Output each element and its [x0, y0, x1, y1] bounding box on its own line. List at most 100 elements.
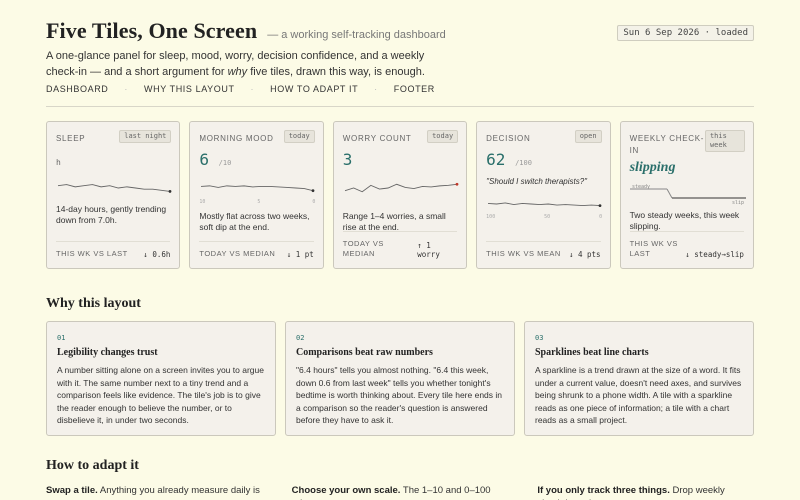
header-divider [46, 106, 754, 107]
comparison-value: ↓ 4 pts [568, 250, 601, 259]
nav-separator: · [250, 84, 255, 94]
adapt-heading: How to adapt it [46, 458, 139, 473]
nav-separator: · [124, 84, 129, 94]
tile-label: WEEKLY CHECK-IN [629, 134, 705, 155]
decision-value: 62 [486, 150, 506, 169]
tile-morning-mood[interactable]: MORNING MOOD today 6 /10 10 5 0 Mostly f… [189, 121, 324, 269]
why-card: 02 Comparisons beat raw numbers "6.4 hou… [285, 321, 515, 436]
adapt-item: Choose your own scale. The 1–10 and 0–10… [292, 484, 509, 500]
sleep-sparkline [57, 184, 172, 193]
tile-description: Range 1–4 worries, a small rise at the e… [342, 211, 446, 232]
tick-label: 50 [544, 214, 551, 220]
tick-label: 0 [599, 214, 603, 220]
worry-sparkline [344, 182, 459, 193]
sparkline-end-point [455, 182, 459, 186]
page-title: Five Tiles, One Screen [46, 18, 258, 43]
tile-decision[interactable]: DECISION open 62 /100 "Should I switch t… [476, 121, 611, 269]
nav-how-to-adapt[interactable]: HOW TO ADAPT IT [270, 84, 358, 94]
sparkline-end-point [311, 189, 315, 193]
comparison-value: ↓ 1 pt [286, 250, 314, 259]
sparkline-end-point [598, 204, 602, 207]
nav-footer[interactable]: FOOTER [394, 84, 435, 94]
adapt-item-lead: If you only track three things. [537, 485, 670, 496]
adapt-item: If you only track three things. Drop wee… [537, 484, 754, 500]
tick-label: 100 [486, 214, 496, 220]
top-nav: DASHBOARD · WHY THIS LAYOUT · HOW TO ADA… [46, 84, 435, 94]
weekly-step-sparkline: steady slip [629, 184, 746, 206]
comparison-value: ↓ 0.6h [143, 250, 171, 259]
mood-sparkline [201, 185, 315, 193]
tile-label: WORRY COUNT [342, 134, 412, 143]
tile-badge: today [283, 130, 315, 143]
tile-sleep[interactable]: SLEEP last night h 14-day hours, gently … [46, 121, 181, 269]
tile-value: 3 [342, 150, 353, 169]
tile-label: DECISION [486, 134, 531, 143]
tile-value: slipping [629, 160, 676, 175]
tile-badge: today [427, 130, 459, 143]
card-title: Sparklines beat line charts [535, 347, 649, 358]
why-heading: Why this layout [46, 296, 141, 311]
tile-value: h [56, 158, 61, 167]
card-number: 01 [57, 334, 66, 342]
tick-label: 5 [257, 199, 261, 205]
tile-description: Mostly flat across two weeks, soft dip a… [199, 211, 310, 232]
comparison-value: ↓ steady→slip [685, 250, 744, 259]
adapt-items: Swap a tile. Anything you already measur… [46, 484, 754, 500]
comparison-label: TODAY VS MEDIAN [342, 239, 384, 258]
tile-footer: THIS WK VS MEAN ↓ 4 pts [486, 241, 601, 259]
card-title: Legibility changes trust [57, 347, 158, 358]
decision-sparkline [488, 202, 602, 207]
tile-value: 6 /10 [199, 150, 231, 169]
sparkline-line [57, 184, 171, 192]
card-body: "6.4 hours" tells you almost nothing. "6… [296, 365, 503, 425]
weekly-step-line [666, 188, 672, 199]
decision-question: "Should I switch therapists?" [486, 177, 588, 186]
adapt-item-lead: Choose your own scale. [291, 485, 401, 496]
card-body: A number sitting alone on a screen invit… [57, 365, 264, 425]
why-card: 01 Legibility changes trust A number sit… [46, 321, 276, 436]
weekly-step-label: slip [732, 200, 744, 206]
intro-emphasis: why [227, 66, 248, 78]
tile-badge: last night [119, 130, 172, 143]
tile-footer: THIS WK VS LAST ↓ steady→slip [629, 231, 744, 259]
card-number: 02 [296, 334, 305, 342]
adapt-item: Swap a tile. Anything you already measur… [46, 484, 263, 500]
tile-badge: open [574, 130, 602, 143]
mood-unit: /10 [218, 159, 232, 167]
tick-label: 0 [312, 199, 316, 205]
tile-footer: TODAY VS MEDIAN ↓ 1 pt [199, 241, 314, 259]
nav-why-this-layout[interactable]: WHY THIS LAYOUT [144, 84, 235, 94]
sparkline-line [344, 183, 457, 193]
decision-unit: /100 [515, 159, 532, 167]
tile-worry-count[interactable]: WORRY COUNT today 3 Range 1–4 worries, a… [332, 121, 468, 269]
comparison-label: THIS WK VS MEAN [486, 249, 561, 258]
loaded-timestamp-badge: Sun 6 Sep 2026 · loaded [617, 25, 754, 41]
card-title: Comparisons beat raw numbers [296, 347, 433, 358]
nav-separator: · [374, 84, 378, 94]
intro-part-2: five tiles, drawn this way, is enough. [247, 66, 425, 78]
sparkline-line [488, 202, 601, 207]
decision-ticks: 100 50 0 [486, 214, 602, 220]
comparison-label: THIS WK VS LAST [56, 249, 128, 258]
mood-ticks: 10 5 0 [199, 199, 315, 205]
tile-weekly-check-in[interactable]: WEEKLY CHECK-IN this week slipping stead… [619, 121, 754, 269]
nav-dashboard[interactable]: DASHBOARD [46, 84, 108, 94]
page-header: Five Tiles, One Screen — a working self-… [46, 18, 754, 44]
tile-value: 62 /100 [486, 150, 532, 169]
adapt-item-lead: Swap a tile. [46, 485, 98, 496]
tile-description: Two steady weeks, this week slipping. [629, 210, 740, 231]
why-cards: 01 Legibility changes trust A number sit… [46, 321, 754, 436]
tiles-row: SLEEP last night h 14-day hours, gently … [46, 121, 754, 269]
card-number: 03 [535, 334, 544, 342]
sparkline-line [201, 185, 314, 192]
sparkline-end-point [168, 190, 172, 193]
tile-footer: THIS WK VS LAST ↓ 0.6h [56, 241, 171, 259]
comparison-value: ↑ 1 worry [417, 241, 440, 259]
tick-label: 10 [199, 199, 206, 205]
weekly-step-label: steady [632, 184, 650, 190]
tile-description: 14-day hours, gently trending down from … [56, 204, 167, 225]
tile-footer: TODAY VS MEDIAN ↑ 1 worry [342, 231, 458, 259]
tile-label: MORNING MOOD [199, 134, 274, 143]
page-subtitle: — a working self-tracking dashboard [267, 29, 446, 41]
comparison-label: THIS WK VS LAST [629, 239, 678, 258]
